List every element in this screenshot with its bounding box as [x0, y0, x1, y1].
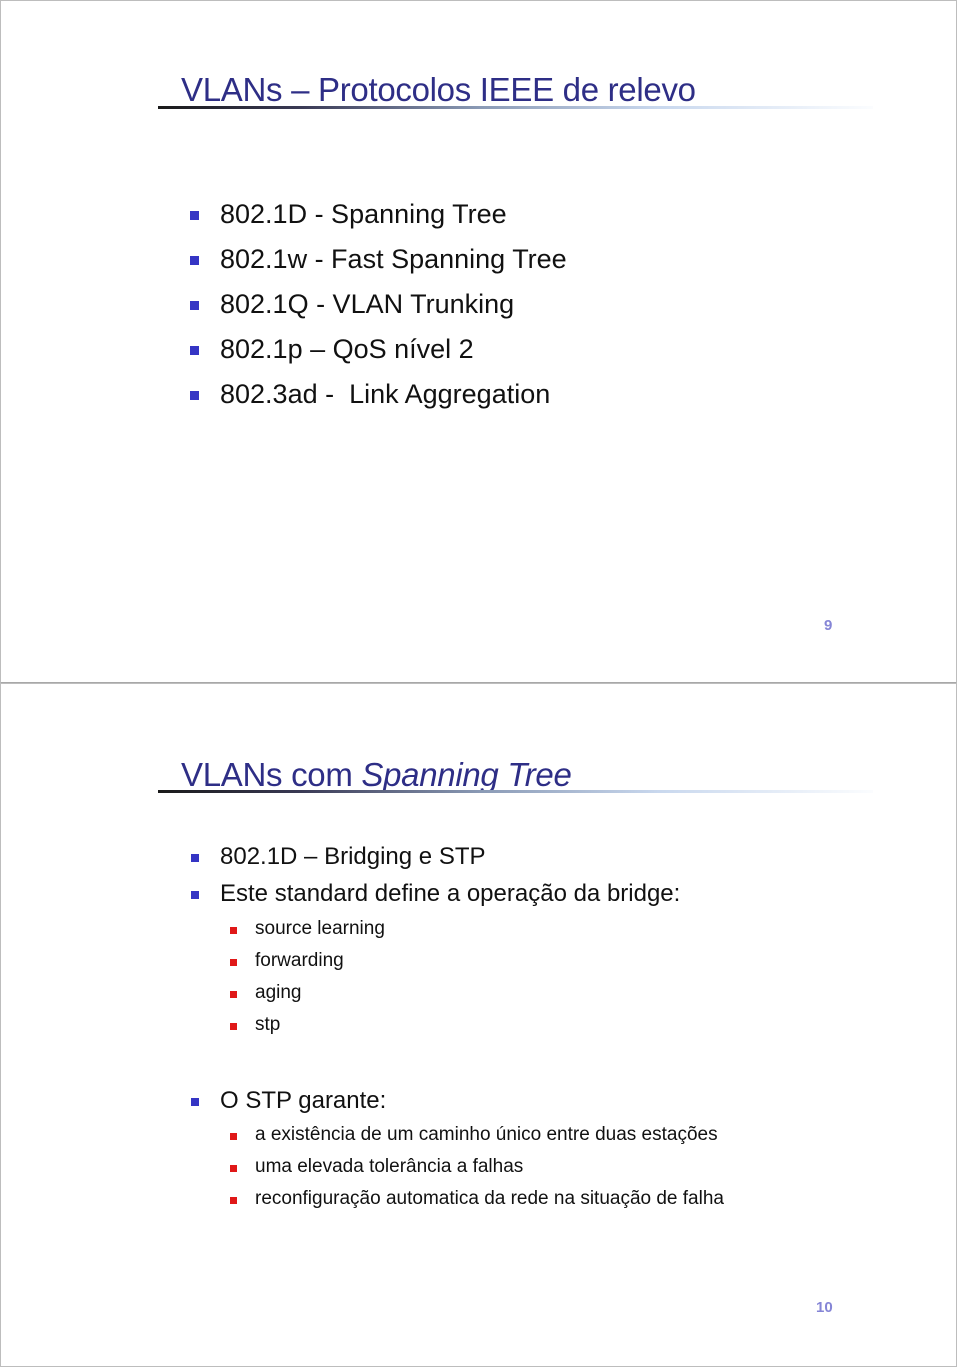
sub-list-item-text: stp [255, 1014, 281, 1035]
square-bullet-icon [191, 891, 199, 899]
slide-title: VLANs com Spanning Tree [181, 756, 572, 794]
square-bullet-icon [190, 256, 199, 265]
square-bullet-icon [230, 1165, 237, 1172]
title-plain: VLANs com [181, 756, 362, 793]
list-item-text: 802.1D – Bridging e STP [220, 843, 486, 870]
sub-list-item-text: reconfiguração automatica da rede na sit… [255, 1188, 724, 1209]
square-bullet-icon [230, 1023, 237, 1030]
page-number: 10 [816, 1299, 833, 1316]
list-item-text: 802.1p – QoS nível 2 [220, 334, 474, 364]
square-bullet-icon [191, 854, 199, 862]
sub-list-item-text: uma elevada tolerância a falhas [255, 1156, 524, 1177]
title-underline [158, 106, 873, 109]
list-item-text: O STP garante: [220, 1087, 387, 1114]
square-bullet-icon [190, 391, 199, 400]
title-underline [158, 790, 873, 793]
square-bullet-icon [191, 1098, 199, 1106]
square-bullet-icon [190, 301, 199, 310]
square-bullet-icon [190, 211, 199, 220]
title-italic: Spanning Tree [361, 756, 572, 793]
page-number: 9 [824, 617, 833, 634]
square-bullet-icon [230, 927, 237, 934]
square-bullet-icon [230, 1197, 237, 1204]
list-item-text: 802.1D - Spanning Tree [220, 199, 507, 229]
slide-title: VLANs – Protocolos IEEE de relevo [181, 71, 696, 108]
list-item-text: 802.3ad - Link Aggregation [220, 379, 551, 409]
sub-list-item-text: source learning [255, 918, 385, 939]
sub-list-item-text: forwarding [255, 950, 344, 971]
list-item-text: 802.1Q - VLAN Trunking [220, 289, 515, 319]
sub-list-item-text: aging [255, 982, 302, 1003]
list-item-text: 802.1w - Fast Spanning Tree [220, 244, 567, 274]
square-bullet-icon [190, 346, 199, 355]
square-bullet-icon [230, 991, 237, 998]
slide-10: VLANs com Spanning Tree 802.1D – Bridgin… [0, 683, 957, 1367]
square-bullet-icon [230, 959, 237, 966]
sub-list-item-text: a existência de um caminho único entre d… [255, 1124, 718, 1145]
slide-9: VLANs – Protocolos IEEE de relevo 802.1D… [0, 0, 957, 684]
list-item-text: Este standard define a operação da bridg… [220, 880, 681, 907]
square-bullet-icon [230, 1133, 237, 1140]
